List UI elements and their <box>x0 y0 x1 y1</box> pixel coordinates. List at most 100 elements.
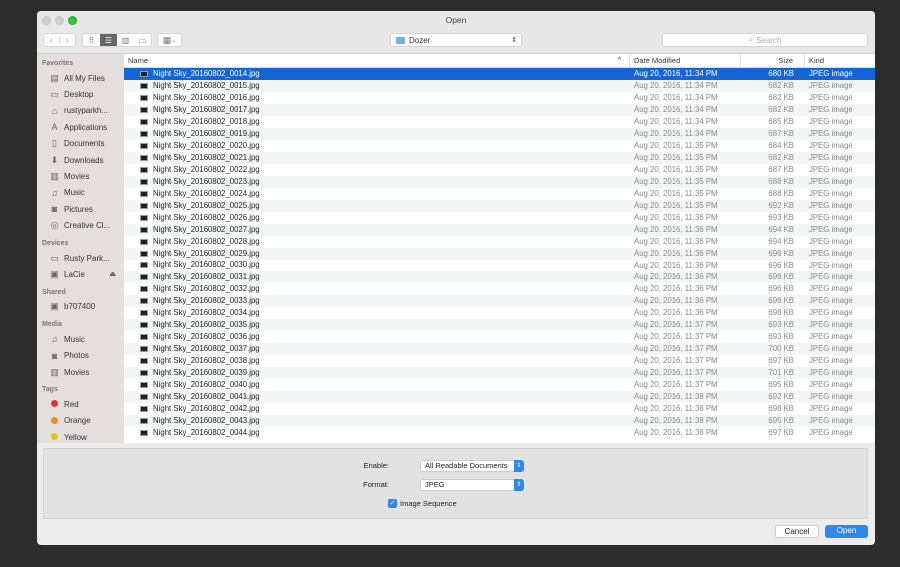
sidebar-item[interactable]: ▣ LaCie ⏏ <box>37 266 124 282</box>
image-file-icon <box>140 94 148 101</box>
file-row[interactable]: Night Sky_20160802_0044.jpg Aug 20, 2016,… <box>124 427 875 439</box>
file-size: 687 KB <box>768 128 794 138</box>
file-row[interactable]: Night Sky_20160802_0024.jpg Aug 20, 2016,… <box>124 188 875 200</box>
sidebar-item[interactable]: Yellow <box>37 429 124 443</box>
file-row[interactable]: Night Sky_20160802_0043.jpg Aug 20, 2016,… <box>124 415 875 428</box>
file-row[interactable]: Night Sky_20160802_0041.jpg Aug 20, 2016,… <box>124 391 875 404</box>
cover-flow-button[interactable]: ▭ <box>134 34 151 46</box>
sidebar-item[interactable]: ♫ Music <box>37 185 124 201</box>
sidebar-item[interactable]: ▤ All My Files <box>37 70 124 86</box>
file-row[interactable]: Night Sky_20160802_0036.jpg Aug 20, 2016,… <box>124 331 875 343</box>
sidebar-item[interactable]: ▭ Desktop <box>37 86 124 102</box>
file-row[interactable]: Night Sky_20160802_0021.jpg Aug 20, 2016,… <box>124 151 875 164</box>
file-date: Aug 20, 2016, 11:35 PM <box>634 140 718 150</box>
back-button[interactable]: ‹ <box>44 35 60 45</box>
list-view-button[interactable]: ☰ <box>100 34 117 46</box>
minimize-button[interactable] <box>55 16 64 25</box>
file-row[interactable]: Night Sky_20160802_0020.jpg Aug 20, 2016,… <box>124 140 875 152</box>
image-file-icon <box>140 262 148 269</box>
file-date: Aug 20, 2016, 11:35 PM <box>634 176 718 186</box>
file-kind: JPEG image <box>809 332 853 342</box>
sidebar-item[interactable]: ◎ Creative Cl... <box>37 218 124 234</box>
column-name[interactable]: Name ^ <box>124 54 630 67</box>
file-date: Aug 20, 2016, 11:36 PM <box>634 212 718 222</box>
file-row[interactable]: Night Sky_20160802_0034.jpg Aug 20, 2016,… <box>124 307 875 319</box>
file-row[interactable]: Night Sky_20160802_0023.jpg Aug 20, 2016,… <box>124 175 875 188</box>
file-rows: Night Sky_20160802_0014.jpg Aug 20, 2016,… <box>124 68 875 439</box>
format-value: JPEG <box>425 480 445 489</box>
file-row[interactable]: Night Sky_20160802_0027.jpg Aug 20, 2016,… <box>124 223 875 236</box>
sidebar-item[interactable]: ▯ Documents <box>37 136 124 152</box>
file-row[interactable]: Night Sky_20160802_0039.jpg Aug 20, 2016,… <box>124 367 875 380</box>
file-row[interactable]: Night Sky_20160802_0037.jpg Aug 20, 2016,… <box>124 343 875 356</box>
cancel-button[interactable]: Cancel <box>775 525 819 538</box>
sidebar-item[interactable]: ▥ Movies <box>37 168 124 184</box>
file-row[interactable]: Night Sky_20160802_0032.jpg Aug 20, 2016,… <box>124 283 875 295</box>
sidebar-item-label: Downloads <box>64 155 104 165</box>
close-button[interactable] <box>42 16 51 25</box>
file-row[interactable]: Night Sky_20160802_0016.jpg Aug 20, 2016,… <box>124 92 875 104</box>
file-row[interactable]: Night Sky_20160802_0017.jpg Aug 20, 2016,… <box>124 103 875 116</box>
arrange-button[interactable]: ▦ ⌄ <box>157 33 182 47</box>
file-row[interactable]: Night Sky_20160802_0028.jpg Aug 20, 2016,… <box>124 236 875 248</box>
file-row[interactable]: Night Sky_20160802_0014.jpg Aug 20, 2016,… <box>124 68 875 80</box>
file-row[interactable]: Night Sky_20160802_0015.jpg Aug 20, 2016,… <box>124 79 875 92</box>
sidebar-section-header: Media <box>42 321 62 329</box>
file-row[interactable]: Night Sky_20160802_0033.jpg Aug 20, 2016,… <box>124 295 875 308</box>
file-name: Night Sky_20160802_0029.jpg <box>153 248 260 258</box>
column-size[interactable]: Size <box>741 54 805 67</box>
applications-icon: A <box>51 122 58 133</box>
file-row[interactable]: Night Sky_20160802_0031.jpg Aug 20, 2016,… <box>124 271 875 284</box>
file-kind: JPEG image <box>809 200 853 210</box>
sidebar-item[interactable]: ⬇ Downloads <box>37 152 124 168</box>
icon-view-button[interactable]: ⠿ <box>83 34 100 46</box>
file-kind: JPEG image <box>809 92 853 102</box>
file-date: Aug 20, 2016, 11:37 PM <box>634 332 718 342</box>
column-view-button[interactable]: ▥ <box>117 34 134 46</box>
sidebar-item[interactable]: ▣ b707400 <box>37 299 124 315</box>
forward-button[interactable]: › <box>60 35 75 45</box>
zoom-button[interactable] <box>68 16 77 25</box>
file-size: 696 KB <box>768 296 794 306</box>
sidebar-item[interactable]: ◙ Pictures <box>37 201 124 217</box>
sidebar-item[interactable]: ⌂ rustyparkh... <box>37 103 124 119</box>
file-date: Aug 20, 2016, 11:36 PM <box>634 296 718 306</box>
file-row[interactable]: Night Sky_20160802_0040.jpg Aug 20, 2016,… <box>124 379 875 391</box>
file-row[interactable]: Night Sky_20160802_0038.jpg Aug 20, 2016,… <box>124 355 875 367</box>
movies-icon: ▥ <box>50 366 59 377</box>
open-button[interactable]: Open <box>825 525 868 538</box>
sidebar-item[interactable]: ▭ Rusty Park... <box>37 250 124 266</box>
location-popup[interactable]: Dozer ⇕ <box>390 33 522 47</box>
sidebar-item[interactable]: Red <box>37 396 124 412</box>
file-row[interactable]: Night Sky_20160802_0030.jpg Aug 20, 2016,… <box>124 260 875 272</box>
file-row[interactable]: Night Sky_20160802_0029.jpg Aug 20, 2016,… <box>124 247 875 260</box>
column-kind[interactable]: Kind <box>805 54 875 67</box>
sidebar-item[interactable]: ◙ Photos <box>37 347 124 363</box>
column-date[interactable]: Date Modified <box>630 54 741 67</box>
file-row[interactable]: Night Sky_20160802_0026.jpg Aug 20, 2016,… <box>124 212 875 224</box>
file-row[interactable]: Night Sky_20160802_0018.jpg Aug 20, 2016,… <box>124 116 875 128</box>
sidebar-item[interactable]: ♫ Music <box>37 331 124 347</box>
eject-icon[interactable]: ⏏ <box>109 270 116 278</box>
file-row[interactable]: Night Sky_20160802_0019.jpg Aug 20, 2016,… <box>124 127 875 140</box>
sidebar-item-label: Documents <box>64 139 105 149</box>
search-field[interactable]: ⌕ Search <box>662 33 868 47</box>
file-name: Night Sky_20160802_0044.jpg <box>153 428 260 438</box>
image-file-icon <box>140 430 148 437</box>
sidebar-item-label: All My Files <box>64 73 105 83</box>
sidebar-item[interactable]: Orange <box>37 413 124 429</box>
file-row[interactable]: Night Sky_20160802_0035.jpg Aug 20, 2016,… <box>124 319 875 332</box>
file-row[interactable]: Night Sky_20160802_0042.jpg Aug 20, 2016,… <box>124 403 875 415</box>
image-sequence-checkbox[interactable]: ✓ Image Sequence <box>388 499 457 508</box>
format-popup[interactable]: JPEG ⇕ <box>420 479 524 491</box>
file-date: Aug 20, 2016, 11:37 PM <box>634 320 718 330</box>
enable-popup[interactable]: All Readable Documents ⇕ <box>420 460 524 472</box>
file-size: 695 KB <box>768 416 794 426</box>
image-file-icon <box>140 130 148 137</box>
file-row[interactable]: Night Sky_20160802_0022.jpg Aug 20, 2016,… <box>124 164 875 176</box>
sidebar-item[interactable]: ▥ Movies <box>37 364 124 380</box>
sidebar-item[interactable]: A Applications <box>37 119 124 135</box>
file-size: 680 KB <box>768 69 794 78</box>
folder-icon <box>396 36 405 44</box>
file-row[interactable]: Night Sky_20160802_0025.jpg Aug 20, 2016,… <box>124 199 875 212</box>
